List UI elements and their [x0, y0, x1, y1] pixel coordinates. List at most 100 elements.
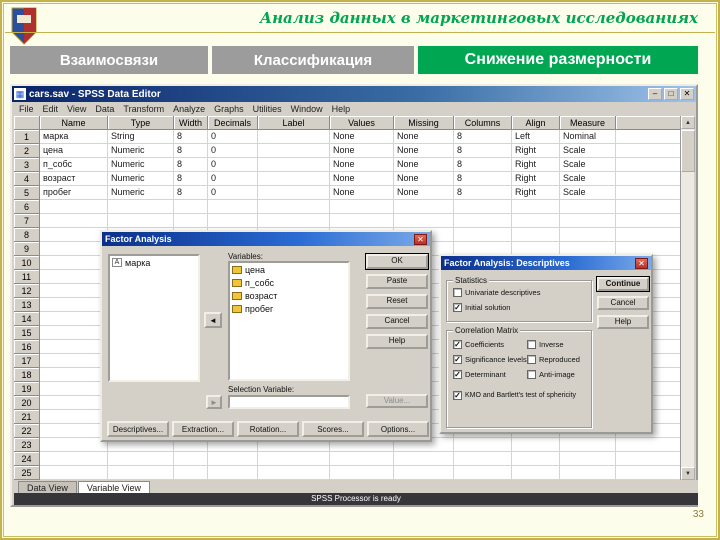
grid-cell[interactable]: 8 [174, 130, 208, 144]
column-header[interactable]: Name [40, 116, 108, 130]
grid-cell[interactable] [40, 438, 108, 452]
tab-klassifikaciya[interactable]: Классификация [212, 46, 414, 74]
grid-cell[interactable] [208, 466, 258, 480]
column-header[interactable]: Type [108, 116, 174, 130]
grid-cell[interactable] [454, 438, 512, 452]
grid-cell[interactable] [40, 466, 108, 480]
grid-cell[interactable] [560, 200, 616, 214]
dialog-titlebar[interactable]: Factor Analysis ✕ [102, 232, 430, 246]
row-number[interactable]: 19 [14, 382, 40, 396]
grid-cell[interactable] [40, 340, 108, 354]
menu-data[interactable]: Data [91, 104, 118, 114]
grid-cell[interactable]: Right [512, 158, 560, 172]
grid-cell[interactable] [174, 214, 208, 228]
grid-cell[interactable] [108, 452, 174, 466]
grid-cell[interactable] [330, 452, 394, 466]
grid-cell[interactable] [512, 200, 560, 214]
row-number[interactable]: 13 [14, 298, 40, 312]
grid-cell[interactable]: None [330, 158, 394, 172]
grid-cell[interactable] [40, 354, 108, 368]
checkbox-box[interactable] [527, 370, 536, 379]
transfer-arrow-button[interactable]: ◄ [204, 312, 222, 328]
list-item[interactable]: возраст [230, 289, 348, 302]
grid-cell[interactable] [40, 382, 108, 396]
grid-cell[interactable]: 8 [454, 144, 512, 158]
help-button[interactable]: Help [366, 334, 428, 349]
grid-cell[interactable] [454, 200, 512, 214]
extraction-button[interactable]: Extraction... [172, 421, 234, 437]
grid-cell[interactable]: 0 [208, 130, 258, 144]
checkbox-box[interactable]: ✓ [453, 355, 462, 364]
grid-cell[interactable]: Scale [560, 172, 616, 186]
table-row[interactable]: 2 цена Numeric 8 0 None None 8 Right Sca… [14, 144, 684, 158]
column-header[interactable]: Align [512, 116, 560, 130]
checkbox-univariate-descriptives[interactable]: Univariate descriptives [453, 288, 540, 297]
grid-cell[interactable]: 8 [454, 186, 512, 200]
grid-cell[interactable]: None [394, 130, 454, 144]
checkbox-coefficients[interactable]: ✓ Coefficients [453, 340, 504, 349]
list-item[interactable]: п_собс [230, 276, 348, 289]
tab-snizhenie-razmernosti[interactable]: Снижение размерности [418, 46, 698, 74]
grid-cell[interactable]: 8 [174, 172, 208, 186]
grid-cell[interactable]: 8 [174, 144, 208, 158]
dialog-titlebar[interactable]: Factor Analysis: Descriptives ✕ [441, 256, 651, 270]
column-header[interactable]: Label [258, 116, 330, 130]
window-titlebar[interactable]: ▦ cars.sav - SPSS Data Editor – □ ✕ [12, 86, 696, 102]
checkbox-anti-image[interactable]: Anti-image [527, 370, 575, 379]
grid-cell[interactable] [174, 452, 208, 466]
grid-cell[interactable] [454, 466, 512, 480]
menu-edit[interactable]: Edit [39, 104, 63, 114]
menu-transform[interactable]: Transform [119, 104, 168, 114]
options-button[interactable]: Options... [367, 421, 429, 437]
grid-cell[interactable] [258, 144, 330, 158]
checkbox-determinant[interactable]: ✓ Determinant [453, 370, 506, 379]
menu-window[interactable]: Window [287, 104, 327, 114]
scrollbar-thumb[interactable] [681, 130, 695, 172]
grid-cell[interactable]: Right [512, 144, 560, 158]
grid-cell[interactable] [258, 172, 330, 186]
scores-button[interactable]: Scores... [302, 421, 364, 437]
menu-view[interactable]: View [63, 104, 90, 114]
grid-cell[interactable] [208, 200, 258, 214]
menu-graphs[interactable]: Graphs [210, 104, 248, 114]
grid-cell[interactable] [258, 466, 330, 480]
grid-cell[interactable] [560, 466, 616, 480]
close-icon[interactable]: ✕ [414, 233, 427, 245]
grid-cell[interactable]: цена [40, 144, 108, 158]
grid-cell[interactable]: 0 [208, 172, 258, 186]
selection-arrow-button[interactable]: ► [206, 395, 222, 409]
grid-cell[interactable]: String [108, 130, 174, 144]
column-header[interactable]: Decimals [208, 116, 258, 130]
grid-cell[interactable]: None [394, 172, 454, 186]
row-number[interactable]: 20 [14, 396, 40, 410]
grid-cell[interactable] [560, 452, 616, 466]
row-number[interactable]: 18 [14, 368, 40, 382]
variables-list[interactable]: цена п_собс возраст пробег [228, 261, 350, 381]
column-header[interactable]: Missing [394, 116, 454, 130]
row-number[interactable]: 9 [14, 242, 40, 256]
row-number[interactable]: 1 [14, 130, 40, 144]
grid-cell[interactable] [40, 214, 108, 228]
close-button[interactable]: ✕ [680, 88, 694, 100]
table-row[interactable]: 5 пробег Numeric 8 0 None None 8 Right S… [14, 186, 684, 200]
grid-cell[interactable] [40, 298, 108, 312]
grid-cell[interactable]: Numeric [108, 158, 174, 172]
grid-cell[interactable] [174, 200, 208, 214]
scroll-down-icon[interactable]: ▼ [681, 467, 695, 480]
grid-cell[interactable] [40, 284, 108, 298]
grid-cell[interactable]: Numeric [108, 172, 174, 186]
grid-cell[interactable] [560, 228, 616, 242]
grid-cell[interactable]: Numeric [108, 144, 174, 158]
tab-vzaimosvyazi[interactable]: Взаимосвязи [10, 46, 208, 74]
checkbox-reproduced[interactable]: Reproduced [527, 355, 580, 364]
row-number[interactable]: 6 [14, 200, 40, 214]
grid-cell[interactable] [394, 214, 454, 228]
grid-cell[interactable]: 8 [174, 186, 208, 200]
table-row[interactable]: 25 [14, 466, 684, 480]
column-header[interactable]: Width [174, 116, 208, 130]
column-header[interactable]: Columns [454, 116, 512, 130]
grid-cell[interactable]: None [330, 186, 394, 200]
grid-cell[interactable] [560, 214, 616, 228]
checkbox-significance-levels[interactable]: ✓ Significance levels [453, 355, 527, 364]
grid-cell[interactable] [40, 200, 108, 214]
